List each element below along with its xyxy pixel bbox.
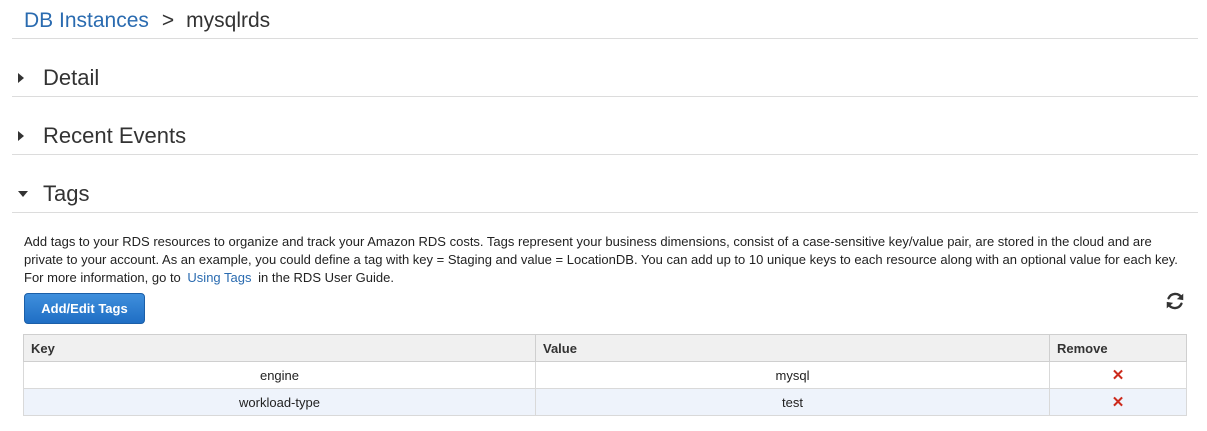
breadcrumb-db-instances-link[interactable]: DB Instances [24,9,149,33]
tag-key-cell: workload-type [23,388,536,416]
column-header-key[interactable]: Key [23,334,536,362]
caret-down-icon [12,191,43,197]
section-title-tags: Tags [43,181,90,206]
remove-cell: ✕ [1049,388,1187,416]
table-row: workload-type test ✕ [23,388,1187,416]
tag-value-cell: mysql [535,361,1050,389]
tags-table: Key Value Remove engine mysql ✕ workload… [23,334,1187,416]
section-tags-header[interactable]: Tags [12,176,1198,212]
divider [12,96,1198,97]
column-header-remove[interactable]: Remove [1049,334,1187,362]
remove-x-icon[interactable]: ✕ [1112,394,1125,411]
refresh-icon[interactable] [1164,290,1186,312]
divider [12,212,1198,213]
section-title-detail: Detail [43,65,100,90]
add-edit-tags-button[interactable]: Add/Edit Tags [24,293,145,324]
remove-cell: ✕ [1049,361,1187,389]
using-tags-link[interactable]: Using Tags [187,270,251,285]
tag-value-cell: test [535,388,1050,416]
tags-table-header-row: Key Value Remove [23,334,1187,362]
column-header-value[interactable]: Value [535,334,1050,362]
breadcrumb-separator: > [161,9,175,32]
breadcrumb: DB Instances > mysqlrds [24,6,270,36]
caret-right-icon [12,131,43,141]
remove-x-icon[interactable]: ✕ [1112,367,1125,384]
breadcrumb-current: mysqlrds [186,9,271,32]
tags-description: Add tags to your RDS resources to organi… [24,233,1194,287]
section-title-recent-events: Recent Events [43,123,187,148]
divider [12,154,1198,155]
tag-key-cell: engine [23,361,536,389]
section-recent-events-header[interactable]: Recent Events [12,118,1198,154]
table-row: engine mysql ✕ [23,361,1187,389]
tags-description-suffix: in the RDS User Guide. [258,270,394,285]
divider [12,38,1198,39]
section-detail-header[interactable]: Detail [12,60,1198,96]
caret-right-icon [12,73,43,83]
